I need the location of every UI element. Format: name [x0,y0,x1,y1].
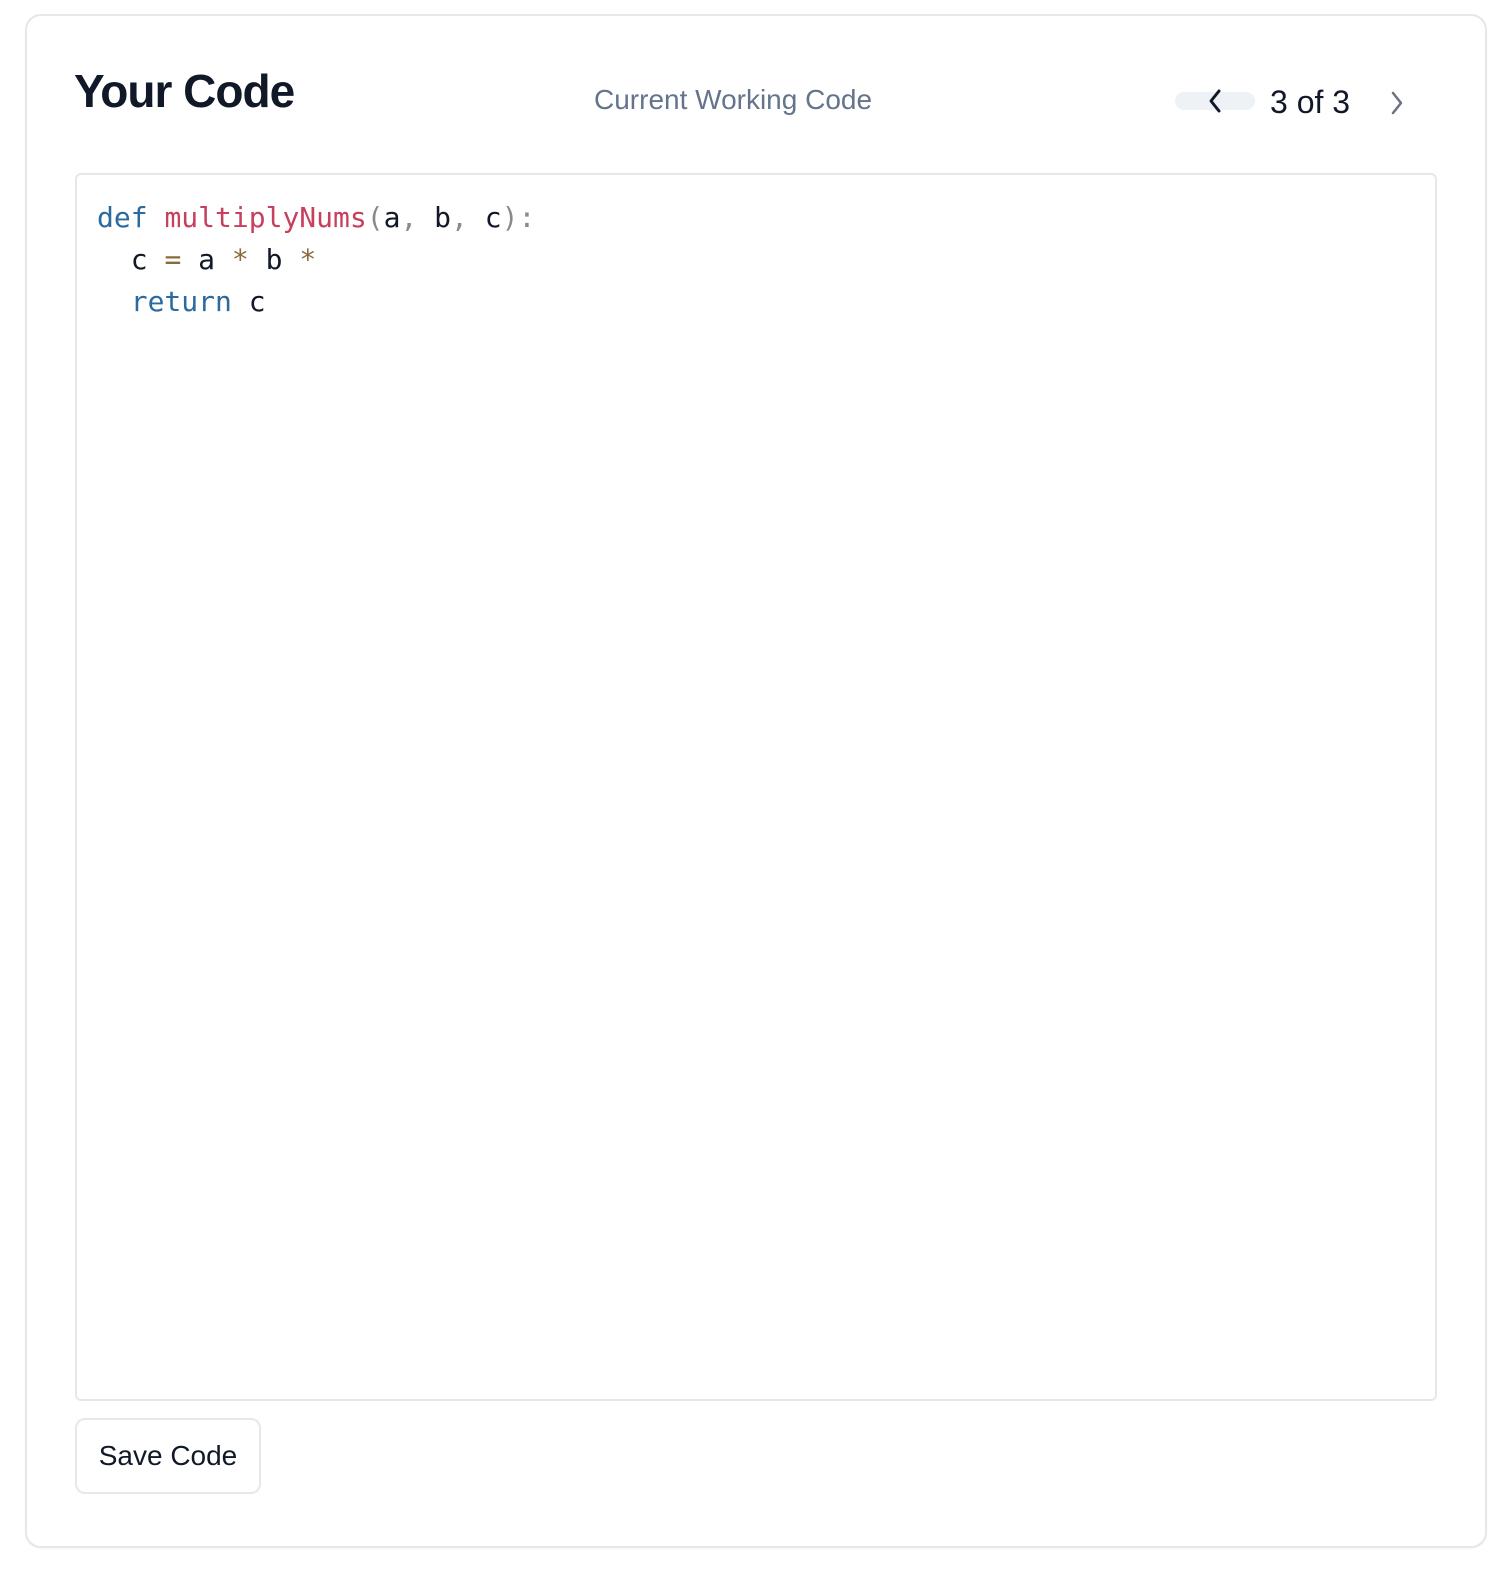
code-editor[interactable]: def multiplyNums(a, b, c): c = a * b * r… [75,173,1437,1401]
code-token-operator: * [299,243,317,276]
code-token-identifier: a [181,243,232,276]
code-token-punctuation: ( [366,201,384,234]
version-pager: 3 of 3 [1175,82,1415,122]
code-token-operator: = [164,243,182,276]
code-token-punctuation: , [451,201,485,234]
version-counter: 3 of 3 [1270,84,1351,120]
code-line: c = a * b * [97,239,535,281]
code-token-identifier [97,285,131,318]
code-content[interactable]: def multiplyNums(a, b, c): c = a * b * r… [97,197,535,323]
code-line: return c [97,281,535,323]
code-version-subtitle: Current Working Code [594,84,873,115]
code-token-punctuation: , [400,201,435,234]
code-token-function-name: multiplyNums [164,201,367,234]
save-code-button[interactable]: Save Code [75,1418,261,1494]
previous-version-button[interactable] [1175,89,1255,113]
code-token-identifier: c [97,243,165,276]
code-panel: Your Code Current Working Code 3 of 3 de… [25,14,1487,1548]
code-token-punctuation: ): [501,201,536,234]
chevron-right-icon [1391,91,1403,115]
code-token-identifier: b [248,243,300,276]
code-token-operator: * [231,243,249,276]
code-token-keyword: def [97,201,148,234]
code-token-identifier: a [383,201,401,234]
code-token-identifier: c [484,201,502,234]
code-token-identifier: b [434,201,452,234]
page-title: Your Code [74,65,295,117]
code-token-identifier [148,201,165,234]
chevron-left-icon [1209,89,1221,113]
next-version-button[interactable] [1385,88,1413,116]
code-line: def multiplyNums(a, b, c): [97,197,535,239]
code-token-keyword: return [130,285,232,318]
code-token-identifier: c [231,285,266,318]
